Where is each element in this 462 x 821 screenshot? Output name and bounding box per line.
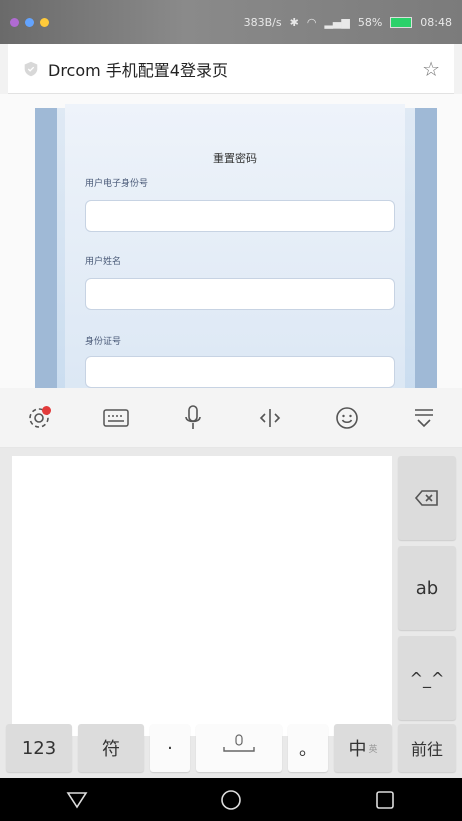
number-key[interactable]: 123 <box>6 724 72 772</box>
language-switch-key[interactable]: 中 英 <box>334 724 392 772</box>
keyboard-layout-icon[interactable] <box>96 398 136 438</box>
home-circle-icon[interactable] <box>219 788 243 812</box>
emoji-icon[interactable] <box>327 398 367 438</box>
ab-key[interactable]: ab <box>398 546 456 630</box>
field-label: 用户姓名 <box>85 257 122 267</box>
form-title: 重置密码 <box>213 152 257 165</box>
lang-sub: 英 <box>368 744 378 755</box>
emoticon-key[interactable]: ^_^ <box>398 636 456 720</box>
page-title: Drcom 手机配置4登录页 <box>48 60 228 80</box>
account-input[interactable] <box>85 200 395 232</box>
space-mic-icon <box>223 734 255 752</box>
symbols-key[interactable]: 符 <box>78 724 144 772</box>
period-key[interactable]: 。 <box>288 724 328 772</box>
backspace-icon <box>414 490 438 506</box>
shield-icon <box>24 61 38 76</box>
field-label: 身份证号 <box>85 337 122 347</box>
soft-keyboard: ab ^_^ 123 符 · 。 中 英 前往 <box>0 448 462 778</box>
name-input[interactable] <box>85 278 395 310</box>
app-icon <box>25 17 34 27</box>
recent-apps-icon[interactable] <box>373 788 397 812</box>
handwriting-area[interactable] <box>12 456 392 736</box>
network-speed: 383B/s <box>243 15 282 29</box>
notification-badge <box>41 405 51 415</box>
keyboard-toolbar <box>0 388 462 448</box>
id-number-input[interactable] <box>85 356 395 388</box>
system-nav-bar <box>0 778 462 821</box>
wifi-icon: ◠ <box>306 15 317 29</box>
app-icon <box>10 17 19 27</box>
battery-icon <box>390 16 413 28</box>
signal-icon: ▂▄▆ <box>324 15 350 29</box>
space-key[interactable] <box>196 724 282 772</box>
comma-key[interactable]: · <box>150 724 190 772</box>
status-bar: 383B/s ✱ ◠ ▂▄▆ 58% 08:48 <box>0 0 462 44</box>
bluetooth-icon: ✱ <box>289 15 299 29</box>
notification-icons <box>10 17 49 27</box>
lang-main: 中 <box>348 739 367 760</box>
bookmark-star-icon[interactable]: ☆ <box>422 57 440 81</box>
settings-icon[interactable] <box>19 398 59 438</box>
battery-percent: 58% <box>357 15 383 29</box>
back-triangle-icon[interactable] <box>65 790 89 810</box>
collapse-keyboard-icon[interactable] <box>404 398 444 438</box>
microphone-icon[interactable] <box>173 398 213 438</box>
web-content: 重置密码 用户电子身份号 用户姓名 身份证号 <box>0 94 462 388</box>
clock: 08:48 <box>420 15 452 29</box>
address-bar[interactable]: Drcom 手机配置4登录页 ☆ <box>8 44 454 94</box>
reset-password-form: 重置密码 用户电子身份号 用户姓名 身份证号 <box>65 104 405 388</box>
cursor-move-icon[interactable] <box>250 398 290 438</box>
enter-key[interactable]: 前往 <box>398 724 456 772</box>
field-label: 用户电子身份号 <box>85 179 149 189</box>
backspace-key[interactable] <box>398 456 456 540</box>
app-icon <box>40 17 49 27</box>
